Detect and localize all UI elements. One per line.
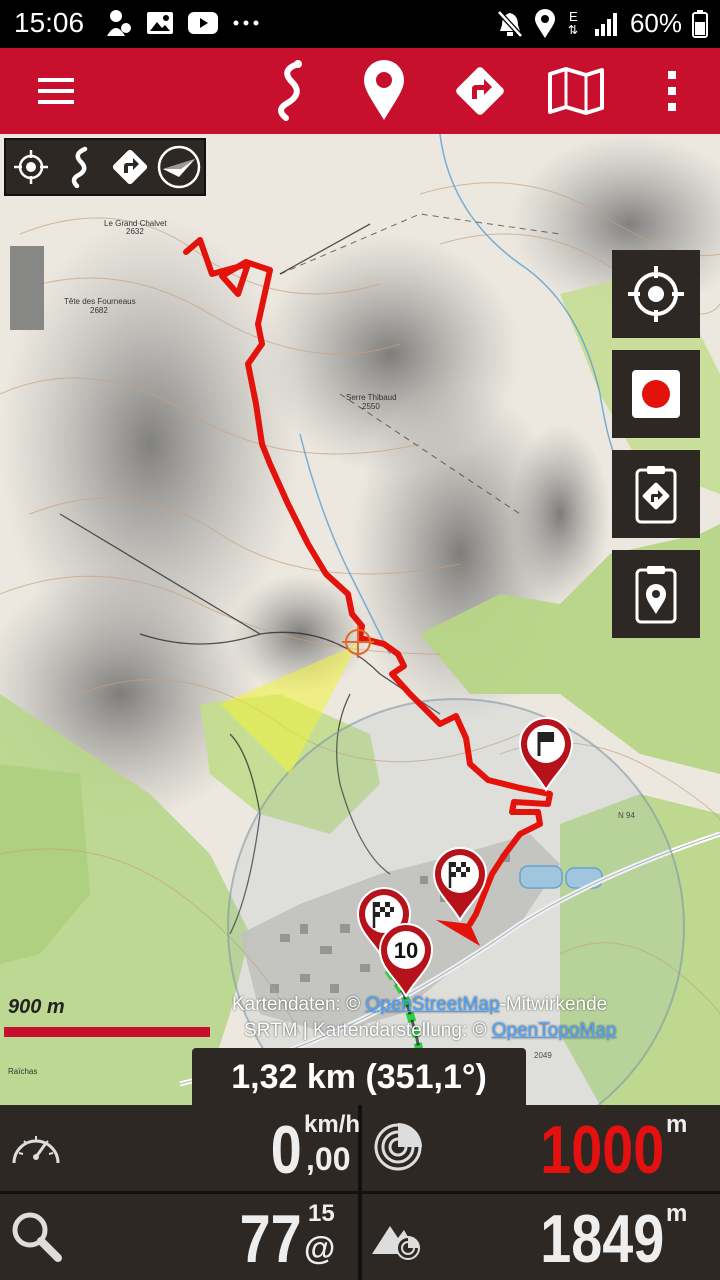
place-label: Serre Thibaud	[346, 393, 397, 402]
marker-number: 10	[393, 938, 419, 963]
attribution-line2: SRTM | Kartendarstellung: ©	[244, 1020, 487, 1041]
osm-link[interactable]: OpenStreetMap	[365, 994, 499, 1015]
tracks-button[interactable]	[252, 48, 328, 134]
speedometer-icon	[12, 1136, 60, 1164]
checkered-flag-marker[interactable]	[432, 846, 488, 922]
status-time: 15:06	[14, 7, 85, 38]
speed-value: 0	[270, 1112, 302, 1188]
otm-link[interactable]: OpenTopoMap	[492, 1020, 617, 1041]
zoom-level: 15	[308, 1200, 335, 1227]
map-view[interactable]: Le Grand Chalvet 2632 Tête des Fourneaus…	[0, 134, 720, 1105]
battery-percent: 60%	[629, 8, 682, 38]
speed-unit: km/h	[304, 1111, 361, 1138]
zoom-icon	[12, 1212, 62, 1262]
route-tool-button[interactable]	[108, 145, 152, 189]
number-marker[interactable]: 10	[378, 922, 434, 998]
zoom-at: @	[304, 1230, 336, 1266]
compass-button[interactable]	[157, 145, 201, 189]
image-icon	[147, 12, 173, 34]
youtube-icon	[188, 12, 218, 34]
map-icon	[548, 67, 604, 115]
accuracy-cell[interactable]: 1000 m	[362, 1105, 720, 1191]
scale-label: 900 m	[8, 996, 65, 1018]
network-type: E	[568, 8, 578, 24]
route-icon	[456, 67, 504, 115]
waypoint-icon	[364, 60, 404, 120]
menu-button[interactable]	[18, 48, 94, 134]
location-person-icon	[107, 10, 131, 36]
route-clipboard-button[interactable]	[612, 450, 700, 538]
gps-accuracy-icon	[374, 1123, 422, 1171]
flag-marker[interactable]	[518, 716, 574, 792]
center-location-button[interactable]	[612, 250, 700, 338]
attribution-prefix: Kartendaten: ©	[232, 994, 361, 1015]
route-clipboard-icon	[635, 466, 677, 524]
mute-icon	[497, 9, 523, 38]
track-tool-button[interactable]	[58, 145, 102, 189]
attribution-osm-suffix: -Mitwirkende	[499, 994, 608, 1015]
record-icon	[632, 370, 680, 418]
crosshair-icon	[13, 150, 48, 184]
center-location-icon	[628, 266, 684, 322]
map-attribution: Kartendaten: © OpenStreetMap-Mitwirkende…	[232, 992, 720, 1044]
elevation-label: 2682	[90, 306, 108, 315]
overflow-menu-icon	[668, 71, 676, 111]
app-bar	[0, 48, 720, 134]
zoom-slider-handle[interactable]	[10, 246, 44, 330]
overflow-menu-button[interactable]	[634, 48, 710, 134]
record-button[interactable]	[612, 350, 700, 438]
distance-readout[interactable]: 1,32 km (351,1°)	[192, 1048, 526, 1105]
speed-cell[interactable]: 0 km/h ,00	[0, 1105, 361, 1191]
signal-icon	[594, 12, 617, 36]
network-icon: E ⇅	[567, 8, 579, 37]
altitude-cell[interactable]: 1849 m	[362, 1194, 720, 1280]
altitude-value: 1849	[539, 1201, 664, 1277]
speed-decimal: ,00	[306, 1141, 351, 1177]
dashboard: 0 km/h ,00 1000 m 77 15 @ 1849 m	[0, 1105, 720, 1280]
elevation-label: 2632	[126, 227, 144, 236]
more-dots-icon	[233, 20, 259, 26]
altitude-icon	[372, 1226, 420, 1260]
altitude-unit: m	[666, 1200, 688, 1227]
route-icon	[112, 149, 147, 185]
battery-icon	[692, 9, 708, 38]
track-icon	[72, 146, 88, 188]
routes-button[interactable]	[442, 48, 518, 134]
crosshair-button[interactable]	[9, 145, 53, 189]
menu-icon	[38, 78, 74, 104]
scale-bar	[4, 1027, 210, 1037]
status-bar: 15:06 E ⇅ 60%	[0, 0, 720, 48]
maps-button[interactable]	[538, 48, 614, 134]
waypoint-clipboard-button[interactable]	[612, 550, 700, 638]
accuracy-unit: m	[666, 1111, 688, 1138]
map-mini-toolbar	[4, 138, 206, 196]
compass-icon	[158, 145, 201, 189]
place-label: Raïchas	[8, 1067, 37, 1076]
place-label: Tête des Fourneaus	[64, 297, 136, 306]
elevation-label: 2550	[362, 402, 380, 411]
track-icon	[278, 60, 302, 121]
zoom-value: 77	[239, 1201, 302, 1277]
zoom-cell[interactable]: 77 15 @	[0, 1194, 358, 1280]
waypoints-button[interactable]	[346, 48, 422, 134]
location-icon	[534, 8, 555, 38]
accuracy-value: 1000	[539, 1112, 664, 1188]
waypoint-clipboard-icon	[635, 566, 677, 624]
